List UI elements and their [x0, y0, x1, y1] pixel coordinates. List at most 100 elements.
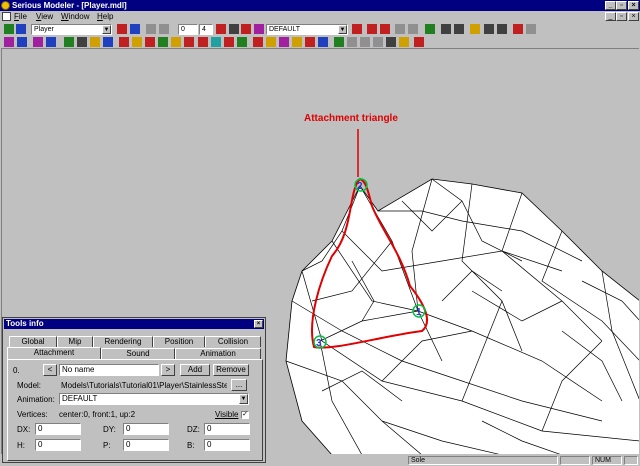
next-attachment-button[interactable]: > [161, 364, 175, 376]
tool-icon[interactable] [360, 37, 370, 47]
open-icon[interactable] [4, 24, 14, 34]
skin-combo[interactable]: DEFAULT ▼ [266, 24, 348, 35]
next-frame-icon[interactable] [408, 24, 418, 34]
dx-field[interactable]: 0 [35, 423, 81, 435]
tool-icon[interactable] [414, 37, 424, 47]
tab-position[interactable]: Position [153, 336, 205, 347]
prev-frame-icon[interactable] [395, 24, 405, 34]
tool-icon[interactable] [425, 24, 435, 34]
menu-help[interactable]: Help [97, 11, 113, 22]
tools-info-titlebar[interactable]: Tools info × [4, 319, 264, 329]
model-combo[interactable]: Player ▼ [31, 24, 112, 35]
remove-attachment-button[interactable]: Remove [213, 364, 249, 376]
doc-minimize-button[interactable]: _ [605, 12, 616, 21]
status-part: Sole [408, 456, 558, 465]
tool-icon[interactable] [266, 37, 276, 47]
tab-collision[interactable]: Collision [205, 336, 261, 347]
tool-icon[interactable] [159, 24, 169, 34]
tool-icon[interactable] [17, 37, 27, 47]
tool-icon[interactable] [318, 37, 328, 47]
menu-file[interactable]: File [14, 11, 27, 22]
tool-icon[interactable] [334, 37, 344, 47]
tool-icon[interactable] [130, 24, 140, 34]
tab-global[interactable]: Global [9, 336, 57, 347]
tool-icon[interactable] [198, 37, 208, 47]
tab-animation[interactable]: Animation [175, 348, 261, 359]
visible-checkbox[interactable]: ✓ [241, 411, 249, 419]
tool-icon[interactable] [46, 37, 56, 47]
tool-icon[interactable] [211, 37, 221, 47]
tab-rendering[interactable]: Rendering [93, 336, 153, 347]
app-icon[interactable] [1, 1, 10, 10]
first-frame-icon[interactable] [367, 24, 377, 34]
tab-sound[interactable]: Sound [101, 348, 175, 359]
tool-icon[interactable] [347, 37, 357, 47]
tool-icon[interactable] [253, 37, 263, 47]
document-icon[interactable] [2, 12, 11, 21]
chevron-down-icon[interactable]: ▼ [338, 25, 347, 34]
tool-icon[interactable] [386, 37, 396, 47]
minimize-button[interactable]: _ [605, 1, 616, 10]
tab-attachment[interactable]: Attachment [7, 347, 101, 359]
tool-icon[interactable] [237, 37, 247, 47]
tool-icon[interactable] [513, 24, 523, 34]
dy-field[interactable]: 0 [123, 423, 169, 435]
tool-icon[interactable] [119, 37, 129, 47]
record-icon[interactable] [241, 24, 251, 34]
model-label: Model: [17, 381, 42, 390]
h-field[interactable]: 0 [35, 439, 81, 451]
save-icon[interactable] [16, 24, 26, 34]
tool-icon[interactable] [526, 24, 536, 34]
chevron-down-icon[interactable]: ▼ [102, 25, 111, 34]
tab-mip[interactable]: Mip [57, 336, 93, 347]
tool-icon[interactable] [158, 37, 168, 47]
tool-icon[interactable] [90, 37, 100, 47]
menu-window[interactable]: Window [61, 11, 89, 22]
chevron-down-icon[interactable]: ▼ [239, 394, 248, 404]
tool-icon[interactable] [33, 37, 43, 47]
doc-restore-button[interactable]: ▫ [616, 12, 627, 21]
tool-icon[interactable] [484, 24, 494, 34]
tool-icon[interactable] [117, 24, 127, 34]
doc-close-button[interactable]: × [628, 12, 639, 21]
attachment-name-field[interactable]: No name [59, 364, 159, 376]
maximize-button[interactable]: ▫ [616, 1, 627, 10]
prev-attachment-button[interactable]: < [43, 364, 57, 376]
tool-icon[interactable] [171, 37, 181, 47]
tool-icon[interactable] [305, 37, 315, 47]
play-icon[interactable] [229, 24, 239, 34]
tools-info-close-button[interactable]: × [254, 320, 263, 328]
dz-field[interactable]: 0 [204, 423, 250, 435]
sound-icon[interactable] [254, 24, 264, 34]
browse-model-button[interactable]: ... [231, 379, 247, 391]
frame-field-b[interactable]: 4 [199, 24, 213, 35]
tool-icon[interactable] [399, 37, 409, 47]
close-button[interactable]: × [628, 1, 639, 10]
dz-label: DZ: [187, 425, 200, 434]
stop-icon[interactable] [216, 24, 226, 34]
tool-icon[interactable] [224, 37, 234, 47]
animation-select[interactable]: DEFAULT ▼ [59, 393, 249, 405]
tool-icon[interactable] [132, 37, 142, 47]
tool-icon[interactable] [64, 37, 74, 47]
tool-icon[interactable] [77, 37, 87, 47]
tool-icon[interactable] [292, 37, 302, 47]
tool-icon[interactable] [4, 37, 14, 47]
tool-icon[interactable] [454, 24, 464, 34]
tool-icon[interactable] [279, 37, 289, 47]
menu-view[interactable]: View [36, 11, 53, 22]
p-field[interactable]: 0 [123, 439, 169, 451]
tool-icon[interactable] [103, 37, 113, 47]
tool-icon[interactable] [145, 37, 155, 47]
add-attachment-button[interactable]: Add [180, 364, 210, 376]
tool-icon[interactable] [146, 24, 156, 34]
b-field[interactable]: 0 [204, 439, 250, 451]
tool-icon[interactable] [352, 24, 362, 34]
tool-icon[interactable] [373, 37, 383, 47]
tool-icon[interactable] [470, 24, 480, 34]
last-frame-icon[interactable] [380, 24, 390, 34]
tool-icon[interactable] [441, 24, 451, 34]
tool-icon[interactable] [497, 24, 507, 34]
frame-field-a[interactable]: 0 [178, 24, 198, 35]
tool-icon[interactable] [184, 37, 194, 47]
